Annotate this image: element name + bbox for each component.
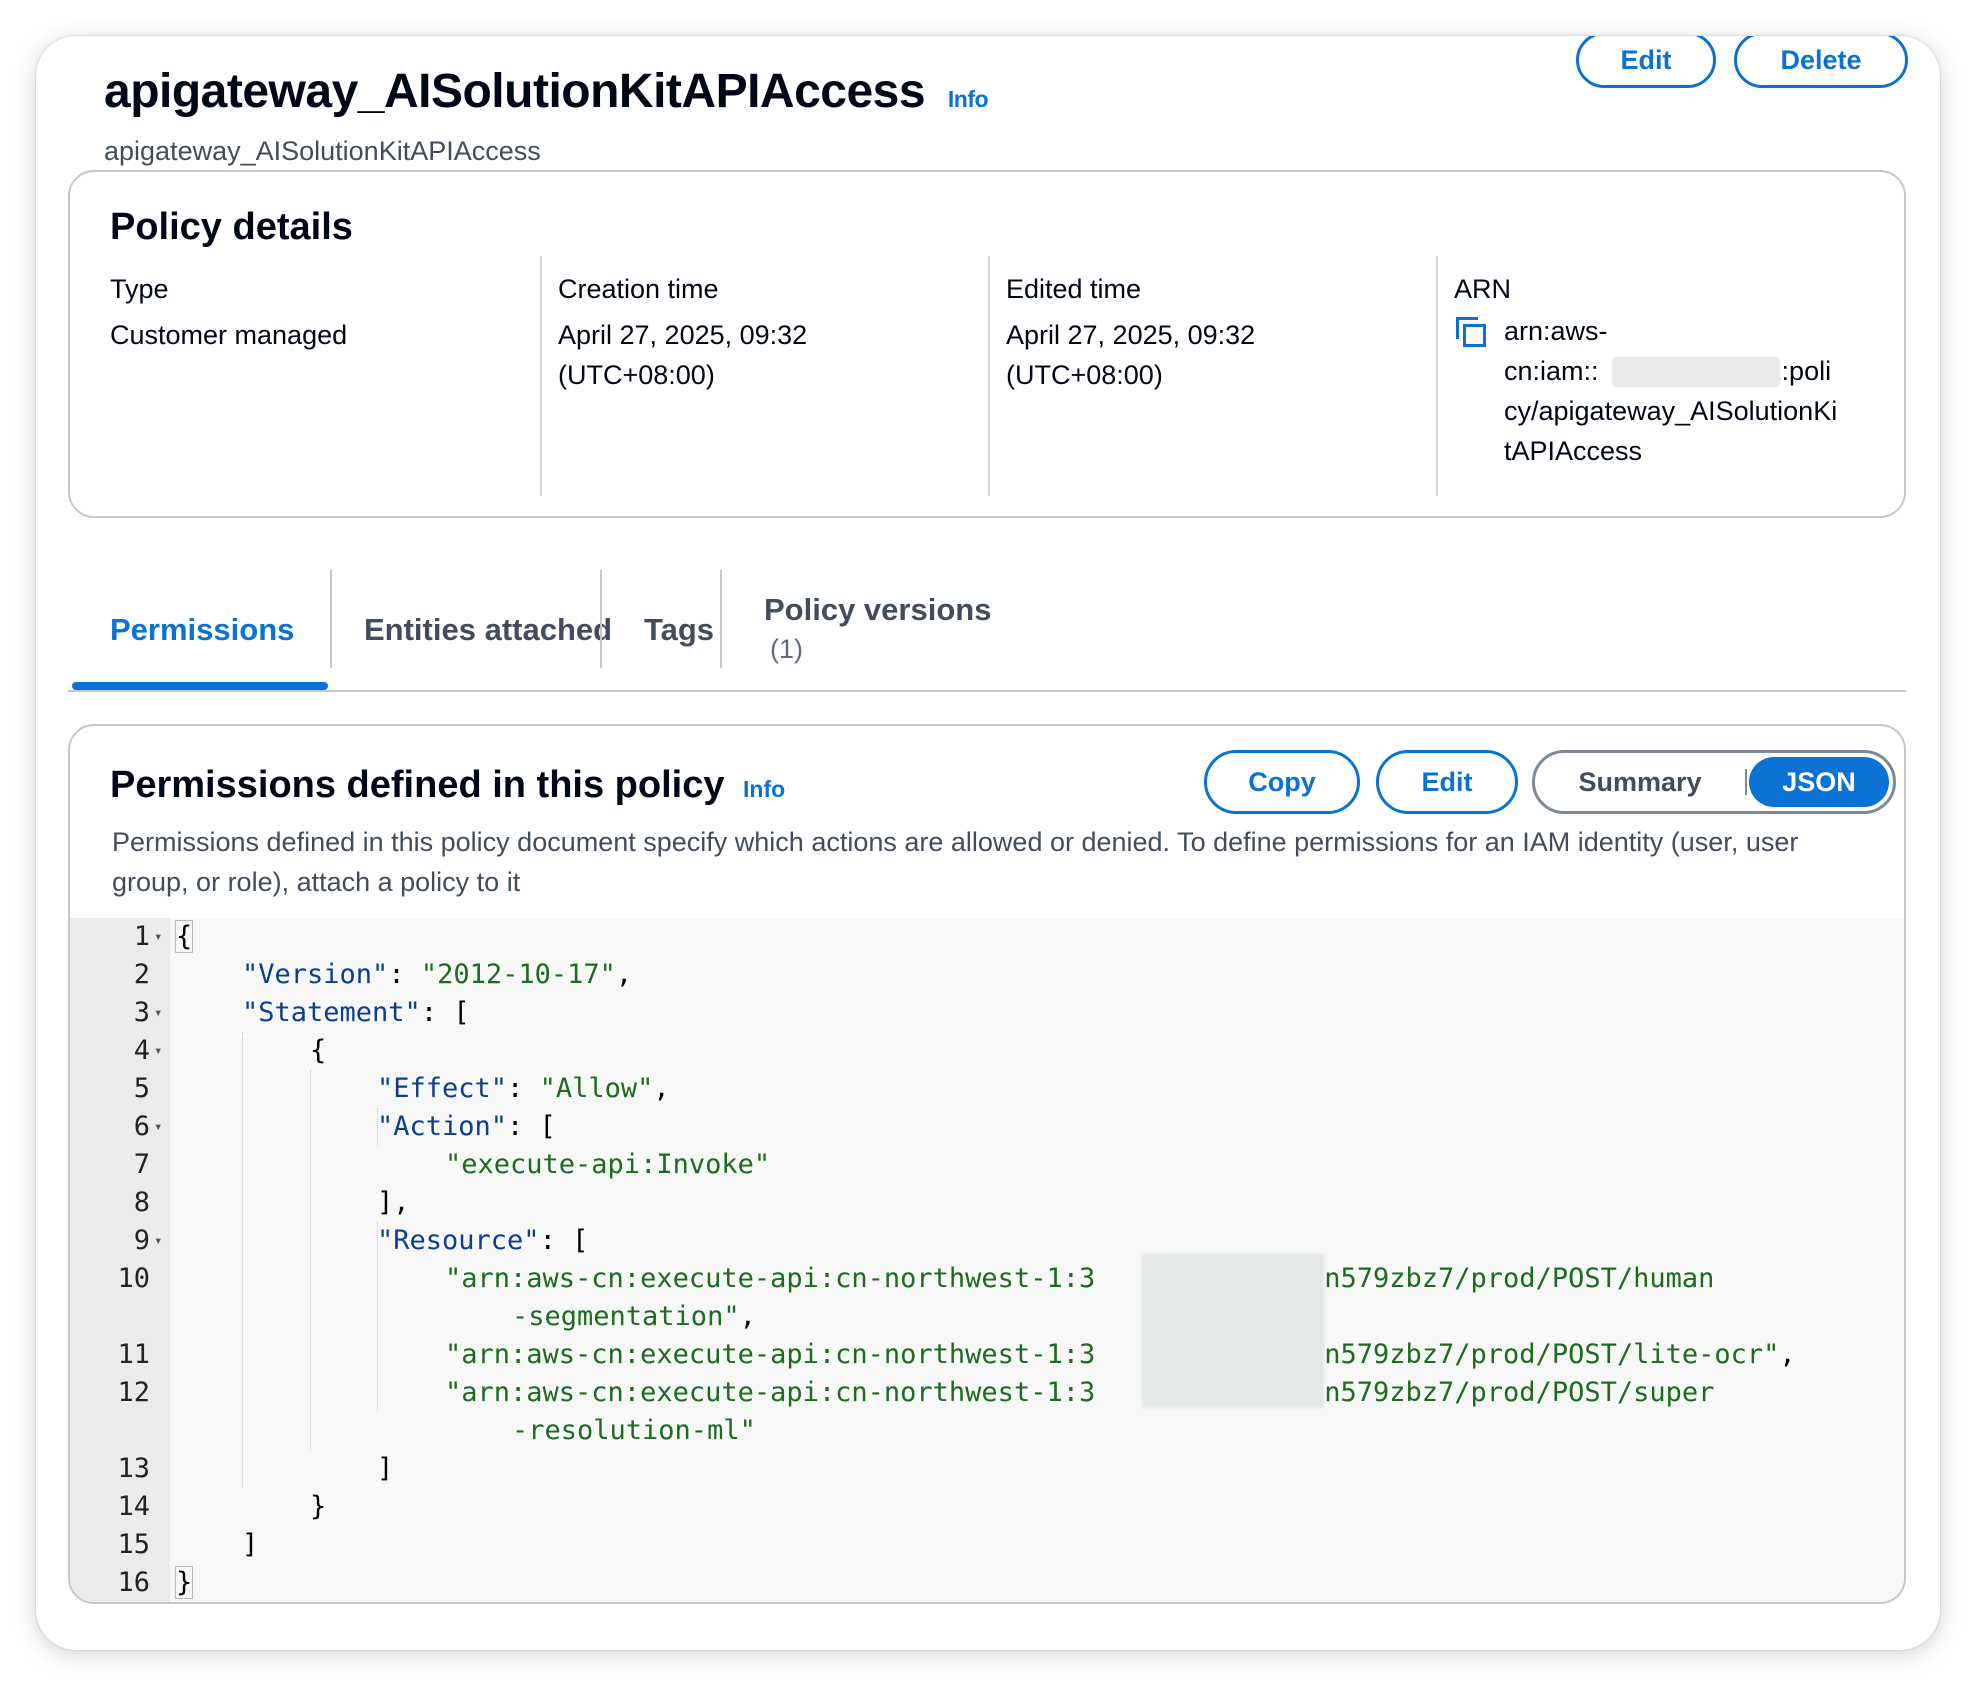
edit-policy-button[interactable]: Edit — [1576, 36, 1716, 88]
json-policy-editor[interactable]: 1 ▾ 2 3 ▾ 4 ▾ 5 6 ▾ 7 8 9 ▾ 10 11 12 13 14 15 16 { "Version"… — [70, 918, 1904, 1602]
permissions-description: Permissions defined in this policy docum… — [112, 827, 1799, 897]
type-label: Type — [110, 274, 169, 304]
tab-tags[interactable]: Tags — [602, 570, 720, 690]
toggle-divider — [1745, 769, 1747, 795]
page-title: apigateway_AISolutionKitAPIAccess Info — [104, 64, 989, 119]
arn-value-row: arn:aws- cn:iam:: 1:poli cy/apigateway_AI… — [1454, 311, 1884, 471]
arn-line-3: cy/apigateway_AISolutionKi — [1504, 396, 1838, 426]
policy-details-heading: Policy details — [110, 206, 353, 248]
summary-view-button[interactable]: Summary — [1535, 753, 1745, 811]
permissions-heading: Permissions defined in this policy Info — [110, 764, 785, 807]
redacted-account-id — [1612, 357, 1780, 387]
policy-page: apigateway_AISolutionKitAPIAccess Info a… — [36, 36, 1940, 1650]
edit-permissions-button[interactable]: Edit — [1376, 750, 1518, 814]
tab-permissions[interactable]: Permissions — [68, 570, 328, 690]
creation-tz: (UTC+08:00) — [558, 360, 715, 390]
edited-date: April 27, 2025, 09:32 — [1006, 320, 1256, 350]
type-column: Type Customer managed — [110, 256, 510, 492]
edited-time-label: Edited time — [1006, 274, 1142, 304]
arn-column: ARN arn:aws- cn:iam:: 1:poli cy/apigatewa… — [1454, 256, 1884, 492]
permissions-panel: Permissions defined in this policy Info … — [68, 724, 1906, 1604]
arn-value: arn:aws- cn:iam:: 1:poli cy/apigateway_AI… — [1504, 311, 1864, 471]
title-info-link[interactable]: Info — [948, 86, 989, 112]
fold-chevron-icon[interactable]: ▾ — [154, 1032, 162, 1070]
json-view-button[interactable]: JSON — [1749, 757, 1889, 807]
arn-label: ARN — [1454, 274, 1512, 304]
edited-tz: (UTC+08:00) — [1006, 360, 1163, 390]
permissions-heading-text: Permissions defined in this policy — [110, 764, 725, 806]
edited-time-column: Edited time April 27, 2025, 09:32 (UTC+0… — [1006, 256, 1406, 492]
creation-time-value: April 27, 2025, 09:32 (UTC+08:00) — [558, 315, 958, 395]
fold-chevron-icon[interactable]: ▾ — [154, 1108, 162, 1146]
creation-date: April 27, 2025, 09:32 — [558, 320, 808, 350]
page-subtitle: apigateway_AISolutionKitAPIAccess — [104, 136, 541, 166]
policy-details-panel: Policy details Type Customer managed Cre… — [68, 170, 1906, 518]
copy-button[interactable]: Copy — [1204, 750, 1360, 814]
edited-time-value: April 27, 2025, 09:32 (UTC+08:00) — [1006, 315, 1406, 395]
policy-versions-count: (1) — [770, 634, 803, 664]
column-divider — [1436, 256, 1438, 496]
column-divider — [988, 256, 990, 496]
policy-tabs: Permissions Entities attached Tags Polic… — [68, 570, 1906, 692]
indent-guide — [310, 1070, 311, 1450]
column-divider — [540, 256, 542, 496]
arn-line-4: tAPIAccess — [1504, 436, 1643, 466]
copy-arn-icon[interactable] — [1454, 315, 1490, 351]
tab-entities-attached[interactable]: Entities attached — [332, 570, 612, 690]
creation-time-column: Creation time April 27, 2025, 09:32 (UTC… — [558, 256, 958, 492]
delete-policy-button[interactable]: Delete — [1734, 36, 1908, 88]
permissions-info-link[interactable]: Info — [743, 776, 785, 802]
creation-time-label: Creation time — [558, 274, 719, 304]
indent-guide — [242, 1032, 243, 1488]
redacted-account-id — [1142, 1254, 1324, 1408]
fold-chevron-icon[interactable]: ▾ — [154, 994, 162, 1032]
type-value: Customer managed — [110, 320, 348, 350]
tabs-divider — [68, 690, 1906, 692]
fold-chevron-icon[interactable]: ▾ — [154, 918, 162, 956]
tab-policy-versions[interactable]: Policy versions (1) — [722, 570, 991, 690]
view-mode-toggle: Summary JSON — [1532, 750, 1896, 814]
arn-line-1: arn:aws- — [1504, 316, 1608, 346]
active-tab-indicator — [72, 682, 328, 690]
policy-name: apigateway_AISolutionKitAPIAccess — [104, 65, 926, 118]
fold-chevron-icon[interactable]: ▾ — [154, 1222, 162, 1260]
